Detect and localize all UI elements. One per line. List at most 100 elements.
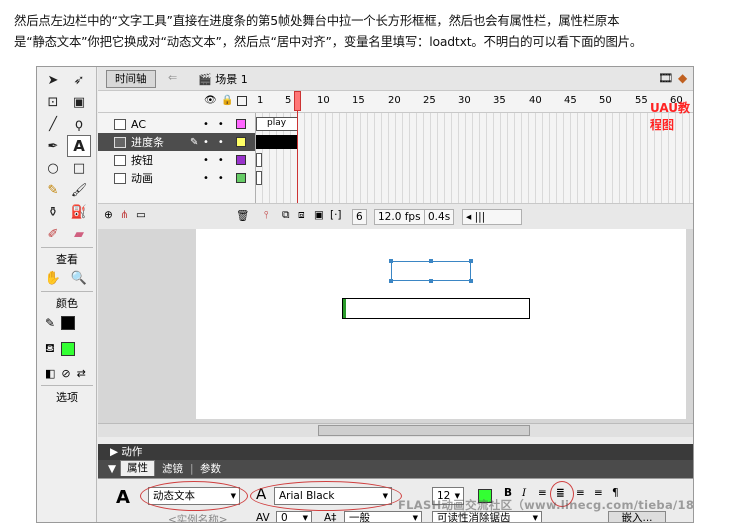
ruler-tick: 1 [257,95,264,106]
highlight-ellipse [250,481,402,511]
add-layer-icon[interactable]: ⊕ [104,209,113,221]
layer-toggles[interactable]: •• [203,173,233,184]
layer-color[interactable] [236,173,246,183]
edit-symbol-icon[interactable]: ◆ [678,71,687,85]
scrollbar-thumb[interactable] [318,425,530,436]
frame-grid[interactable]: play [255,113,693,203]
frame-label[interactable]: play [256,117,298,131]
delete-layer-icon[interactable]: 🗑 [236,209,249,222]
eraser-icon[interactable]: ▰ [67,223,91,245]
layer-toggles[interactable]: •• [203,119,233,130]
layer-row[interactable]: 按钮 •• [98,151,255,169]
selected-frames[interactable] [256,135,298,149]
playhead[interactable] [294,91,301,111]
instance-name-input[interactable]: <实例名称> [168,512,228,522]
default-colors-icon[interactable]: ◧ [45,367,55,380]
timeline-toolbar: 时间轴 ⇐ 🎬 场景 1 🎞 ◆ [98,67,693,91]
layer-icon [114,154,126,166]
lock-icon[interactable]: 🔒 [221,95,233,106]
actions-panel-bar[interactable]: ▶ 动作 [98,444,693,460]
tab-parameters[interactable]: 参数 [200,460,221,478]
keyframe[interactable] [256,153,262,167]
tools-separator [41,385,93,386]
fps-field[interactable]: 12.0 fps [374,209,425,225]
free-transform-icon[interactable]: ⊡ [41,91,65,113]
layer-row[interactable]: 动画 •• [98,169,255,187]
stroke-color-swatch[interactable] [61,316,76,330]
line-icon[interactable]: ╱ [41,113,65,135]
stage[interactable] [196,229,686,419]
ruler-tick: 40 [529,95,542,106]
arrow-icon[interactable]: ➤ [41,69,65,91]
tab-filters[interactable]: 滤镜 [162,460,183,478]
layer-toggles[interactable]: •• [203,155,233,166]
zoom-icon[interactable]: 🔍 [67,267,91,289]
options-label: 选项 [56,391,78,404]
layer-toggles[interactable]: •• [203,137,233,148]
outline-icon[interactable] [237,96,247,106]
letter-spacing-icon: A͏V [256,512,270,523]
layer-name: 进度条 [131,136,164,149]
pen-icon[interactable]: ✒ [41,135,65,157]
keyframe[interactable] [256,171,262,185]
edit-scene-icon[interactable]: 🎞 [658,71,673,85]
expand-arrow-icon: ▶ [110,446,122,458]
collapse-arrow-icon[interactable]: ▼ [108,460,116,478]
layer-color[interactable] [236,155,246,165]
back-arrow-icon[interactable]: ⇐ [168,71,177,84]
edit-multiple-icon[interactable]: ▣ [314,209,324,221]
rectangle-icon[interactable]: □ [67,157,91,179]
ink-bottle-icon[interactable]: ⚱ [41,201,65,223]
forum-watermark: FLASH动画交流社区（www.linecg.com/tieba/1856） [398,498,694,512]
onion-outline-icon[interactable]: ⧈ [298,209,305,222]
eyedropper-icon[interactable]: ✐ [41,223,65,245]
tools-separator [41,291,93,292]
eye-icon[interactable]: 👁 [204,95,217,106]
scene-icon: 🎬 [198,73,212,86]
pencil-icon[interactable]: ✎ [41,179,65,201]
ruler-tick: 25 [423,95,436,106]
layer-color[interactable] [236,119,246,129]
text-icon[interactable]: A [67,135,91,157]
highlight-ellipse [140,481,248,511]
brush-icon[interactable]: 🖌 [67,179,91,201]
letter-spacing-field[interactable]: 0 [276,511,312,522]
scene-label[interactable]: 🎬 场景 1 [198,71,248,87]
no-color-icon[interactable]: ⊘ [61,367,70,380]
timeline-panel: 时间轴 ⇐ 🎬 场景 1 🎞 ◆ 👁 🔒 1 5 10 15 20 25 30 … [98,67,693,229]
layer-name: 按钮 [131,154,153,167]
timeline-scrollbar[interactable]: ◂ ||| [462,209,522,225]
layer-name: 动画 [131,172,153,185]
tab-properties[interactable]: 属性 [120,460,155,476]
onion-skin-icon[interactable]: ⧉ [282,209,290,222]
add-folder-icon[interactable]: ▭ [136,209,146,221]
stage-horizontal-scrollbar[interactable] [98,423,693,437]
onion-markers-icon[interactable]: [·] [330,209,342,221]
layer-color[interactable] [236,137,246,147]
fill-color-swatch[interactable] [60,342,75,356]
swap-colors-icon[interactable]: ⇄ [77,367,86,380]
flash-screenshot: ➤ ➶ ⊡ ▣ ╱ ϙ ✒ A ○ □ ✎ 🖌 ⚱ ⛽ ✐ ▰ 查看 ✋ 🔍 颜… [36,66,694,523]
progress-bar[interactable] [342,298,530,319]
layer-row[interactable]: AC •• [98,115,255,133]
paint-bucket-icon[interactable]: ⛽ [67,201,91,223]
instruction-line-1: 然后点左边栏中的“文字工具”直接在进度条的第5帧处舞台中拉一个长方形框框，然后也… [14,13,620,28]
baseline-icon: A‡ [324,512,337,523]
center-frame-icon[interactable]: ⫯ [264,209,269,222]
dynamic-text-box[interactable] [389,259,473,283]
colors-label: 颜色 [56,297,78,310]
ruler-tick: 30 [458,95,471,106]
gradient-icon[interactable]: ▣ [67,91,91,113]
hand-icon[interactable]: ✋ [41,267,65,289]
ruler-tick: 10 [317,95,330,106]
ruler-tick: 20 [388,95,401,106]
layer-icon [114,118,126,130]
pencil-icon: ✎ [190,136,199,148]
timeline-toggle-button[interactable]: 时间轴 [106,70,156,88]
layer-name: AC [131,117,147,131]
oval-icon[interactable]: ○ [41,157,65,179]
layer-row[interactable]: 进度条 ✎ •• [98,133,255,151]
lasso-icon[interactable]: ϙ [67,113,91,135]
subselect-icon[interactable]: ➶ [67,69,91,91]
add-guide-icon[interactable]: ⋔ [120,209,129,221]
